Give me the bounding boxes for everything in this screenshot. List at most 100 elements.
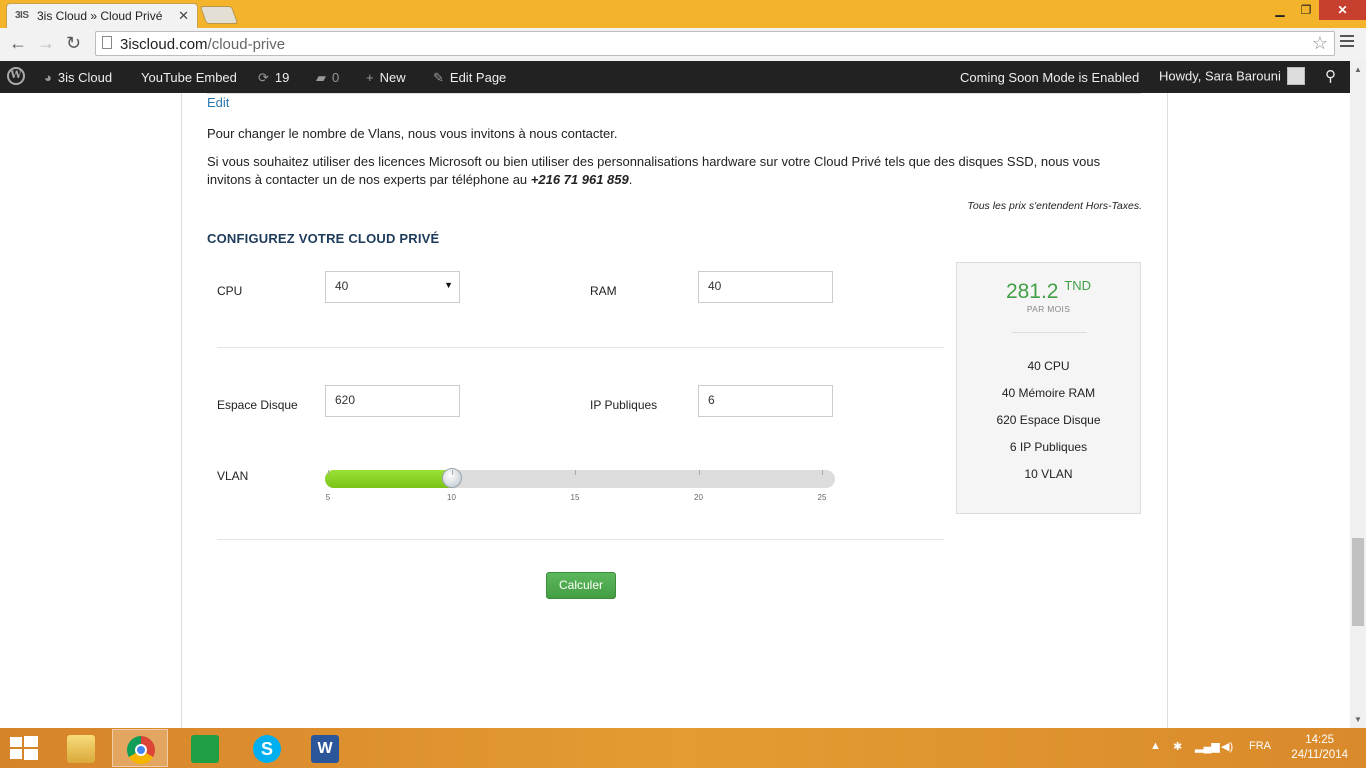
adminbar-youtube[interactable]: YouTube Embed	[141, 70, 237, 85]
divider	[207, 93, 1141, 94]
summary-item: 40 Mémoire RAM	[1001, 386, 1096, 400]
wordpress-logo-icon[interactable]: W	[7, 67, 25, 85]
summary-item: 620 Espace Disque	[996, 413, 1101, 427]
contact-paragraph: Si vous souhaitez utiliser des licences …	[207, 154, 1101, 187]
restore-icon[interactable]: ❐	[1293, 0, 1319, 20]
vlan-tick-mark	[575, 470, 576, 475]
adminbar-edit-page[interactable]: ✎ Edit Page	[433, 70, 506, 86]
avatar	[1286, 67, 1305, 85]
vlan-tick-mark	[698, 470, 700, 475]
plus-icon: +	[366, 70, 374, 85]
forward-icon[interactable]: →	[37, 33, 55, 54]
tray-overflow-icon[interactable]: ▲	[1150, 740, 1161, 752]
adminbar-updates[interactable]: ⟳ 19	[258, 70, 289, 86]
bookmark-star-icon[interactable]: ☆	[1312, 33, 1328, 54]
scroll-down-icon[interactable]: ▼	[1354, 715, 1362, 724]
close-window-icon[interactable]: ✕	[1319, 0, 1366, 20]
browser-toolbar: ← → ↻ 3iscloud.com/cloud-prive ☆	[0, 28, 1366, 62]
ip-label: IP Publiques	[590, 398, 658, 412]
store-icon	[191, 735, 219, 763]
page-icon	[102, 36, 112, 49]
page-viewport: Edit Pour changer le nombre de Vlans, no…	[0, 93, 1350, 728]
comment-icon: ▰	[316, 70, 326, 85]
taskbar-chrome[interactable]	[112, 729, 168, 767]
dashboard-icon: ◕	[44, 70, 52, 85]
reload-icon[interactable]: ↻	[66, 33, 81, 54]
coming-soon-notice[interactable]: Coming Soon Mode is Enabled	[960, 70, 1139, 85]
price-summary: 281.2 TND PAR MOIS 40 CPU 40 Mémoire RAM…	[956, 262, 1141, 514]
updates-icon: ⟳	[258, 70, 269, 85]
price-period: PAR MOIS	[1026, 304, 1071, 314]
scroll-up-icon[interactable]: ▲	[1354, 65, 1362, 74]
vlan-notice: Pour changer le nombre de Vlans, nous vo…	[207, 126, 618, 141]
price-value: 281.2 TND	[1005, 278, 1092, 303]
vlan-tick-label: 20	[694, 493, 703, 502]
edit-link[interactable]: Edit	[207, 95, 229, 110]
phone-number: +216 71 961 859	[530, 172, 629, 187]
search-icon[interactable]: ⚲	[1325, 67, 1336, 85]
browser-tab[interactable]: 3IS 3is Cloud » Cloud Privé ✕	[6, 3, 198, 28]
taskbar-word[interactable]: W	[297, 729, 353, 767]
adminbar-site[interactable]: ◕ 3is Cloud	[44, 70, 112, 85]
vlan-tick-mark	[451, 470, 453, 475]
folder-icon	[67, 735, 95, 763]
divider	[217, 347, 944, 348]
ram-label: RAM	[590, 284, 617, 298]
cpu-label: CPU	[217, 284, 243, 298]
adminbar-new[interactable]: + New	[366, 70, 406, 85]
disk-label: Espace Disque	[217, 398, 298, 412]
vlan-tick-label: 25	[817, 493, 827, 502]
vlan-slider[interactable]	[325, 468, 835, 488]
site-favicon-icon: 3IS	[15, 10, 29, 21]
taskbar-clock[interactable]: 14:25 24/11/2014	[1291, 733, 1348, 763]
tab-title: 3is Cloud » Cloud Privé	[37, 9, 163, 23]
back-icon[interactable]: ←	[9, 33, 27, 54]
summary-item: 6 IP Publiques	[1009, 440, 1088, 454]
taskbar-skype[interactable]: S	[239, 729, 295, 767]
vlan-tick-label: 10	[447, 493, 456, 502]
summary-item: 40 CPU	[1027, 359, 1070, 373]
ram-input[interactable]: 40	[698, 271, 833, 303]
ip-input[interactable]: 6	[698, 385, 833, 417]
windows-start-icon[interactable]	[10, 736, 38, 760]
vlan-label: VLAN	[217, 469, 249, 483]
taskbar-store[interactable]	[177, 729, 233, 767]
page-scrollbar[interactable]: ▲ ▼	[1350, 61, 1366, 728]
window-controls: ▁ ❐ ✕	[1267, 0, 1366, 22]
adminbar-comments[interactable]: ▰ 0	[316, 70, 339, 86]
summary-item: 10 VLAN	[1024, 467, 1073, 481]
scrollbar-thumb[interactable]	[1352, 538, 1364, 626]
minimize-icon[interactable]: ▁	[1267, 0, 1293, 20]
chrome-menu-icon[interactable]	[1340, 35, 1354, 50]
browser-titlebar: 3IS 3is Cloud » Cloud Privé ✕ ▁ ❐ ✕	[0, 0, 1366, 28]
taskbar-file-explorer[interactable]	[53, 729, 109, 767]
divider	[217, 539, 944, 540]
new-tab-button[interactable]	[199, 6, 239, 24]
chevron-down-icon: ▼	[444, 280, 453, 290]
url-text[interactable]: 3iscloud.com/cloud-prive	[120, 36, 285, 53]
volume-icon[interactable]: ◀)	[1221, 740, 1233, 753]
signal-icon[interactable]: ▂▄▆	[1195, 740, 1220, 753]
pencil-icon: ✎	[433, 70, 444, 85]
disk-input[interactable]: 620	[325, 385, 460, 417]
vlan-tick-mark	[822, 470, 823, 475]
word-icon: W	[311, 735, 339, 763]
language-indicator[interactable]: FRA	[1249, 740, 1271, 752]
skype-icon: S	[253, 735, 281, 763]
bluetooth-icon[interactable]: ✱	[1173, 740, 1182, 753]
vlan-tick-label: 5	[325, 493, 331, 502]
vlan-tick-label: 15	[570, 493, 580, 502]
config-title: CONFIGUREZ VOTRE CLOUD PRIVÉ	[207, 231, 440, 246]
calculate-button[interactable]: Calculer	[546, 572, 616, 599]
windows-taskbar: S W ▲ ✱ ▂▄▆ ◀) FRA 14:25 24/11/2014	[0, 728, 1366, 768]
close-tab-icon[interactable]: ✕	[178, 8, 189, 24]
cpu-select[interactable]: 40 ▼	[325, 271, 460, 303]
divider	[1012, 332, 1087, 333]
tax-note: Tous les prix s'entendent Hors-Taxes.	[967, 200, 1142, 212]
vlan-tick-mark	[328, 470, 329, 475]
adminbar-account[interactable]: Howdy, Sara Barouni	[1159, 67, 1305, 86]
address-bar[interactable]: 3iscloud.com/cloud-prive ☆	[95, 31, 1335, 56]
chrome-icon	[127, 736, 155, 764]
vlan-slider-fill	[325, 470, 452, 488]
currency: TND	[1064, 278, 1092, 293]
